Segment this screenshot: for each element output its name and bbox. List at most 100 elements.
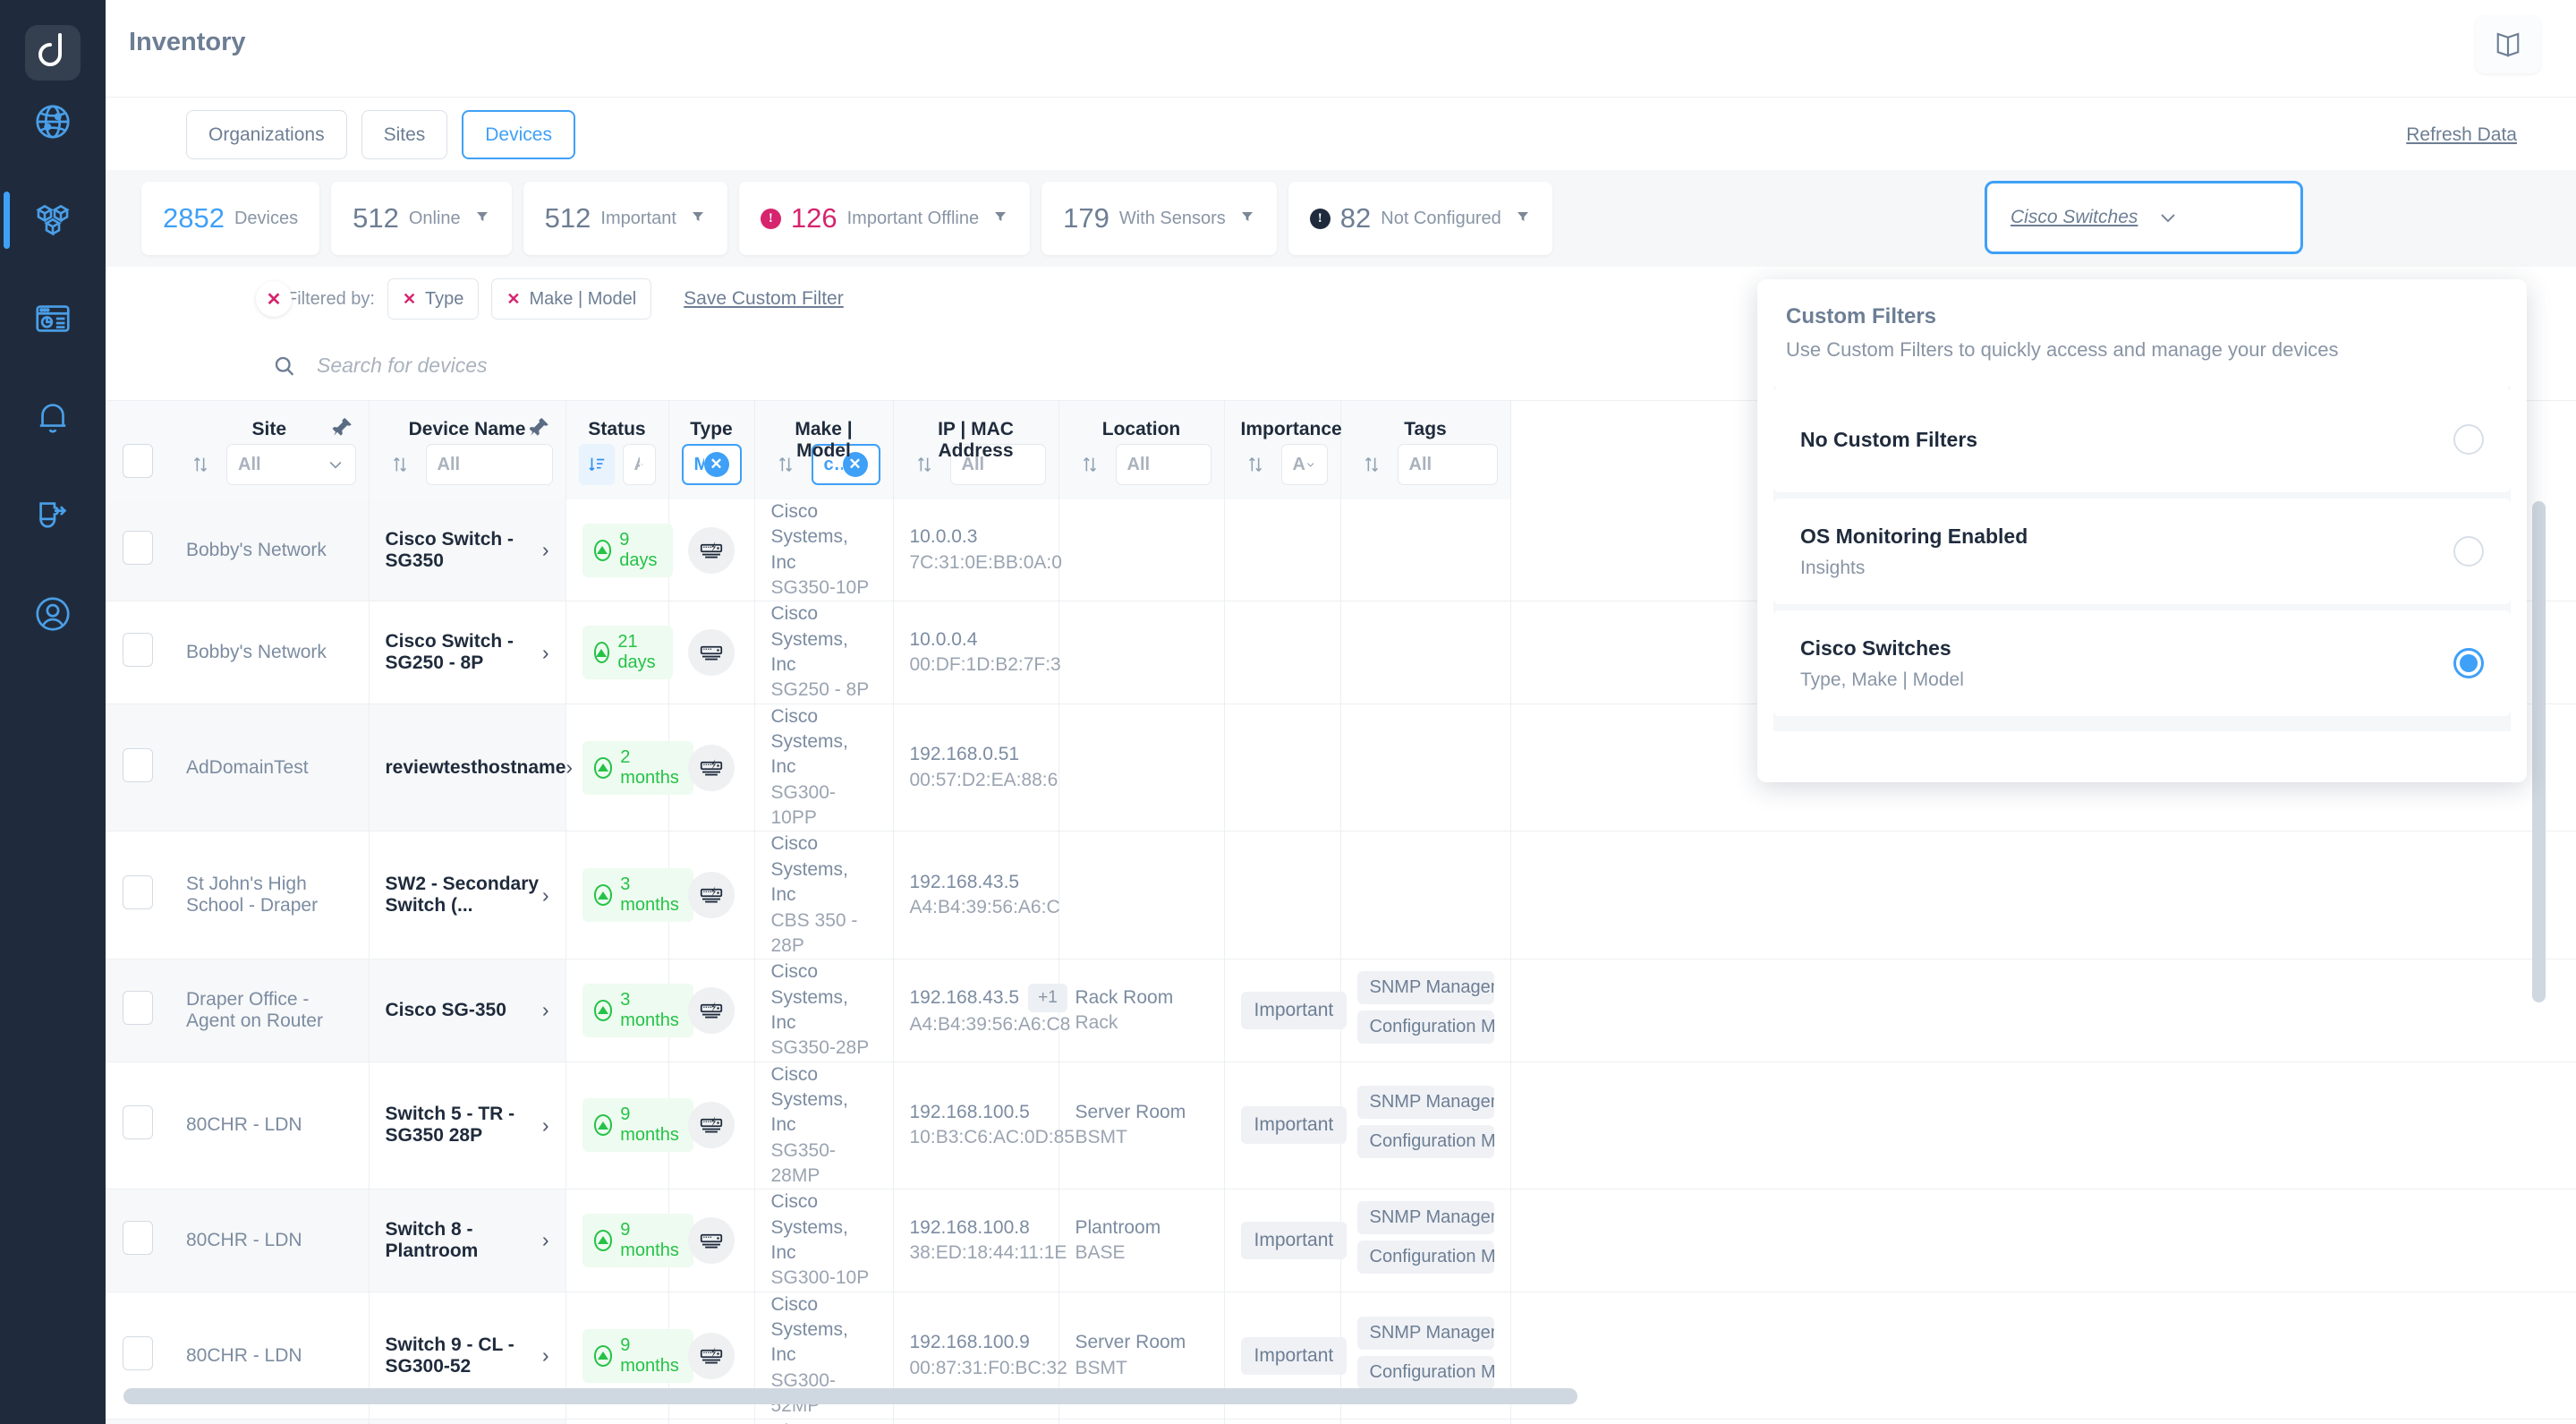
- column-sort-button[interactable]: [1072, 444, 1108, 485]
- column-sort-button[interactable]: [906, 444, 942, 485]
- table-row[interactable]: 80CHR - LDN Switch 8 - Plantroom › 9 months…: [106, 1189, 2576, 1292]
- clear-filter-icon[interactable]: ✕: [703, 452, 729, 477]
- refresh-data-link[interactable]: Refresh Data: [2406, 124, 2517, 146]
- site-name[interactable]: Bobby's Network: [186, 642, 327, 662]
- pin-icon[interactable]: [331, 415, 354, 439]
- tag-chip[interactable]: SNMP Managem: [1356, 1086, 1494, 1120]
- chevron-right-icon[interactable]: ›: [542, 1113, 549, 1138]
- filter-chip-make-model[interactable]: ✕ Make | Model: [491, 278, 652, 320]
- site-name[interactable]: 80CHR - LDN: [186, 1114, 302, 1135]
- radio-button-selected[interactable]: [2453, 648, 2484, 678]
- site-name[interactable]: AdDomainTest: [186, 757, 309, 778]
- device-name[interactable]: Cisco Switch - SG250 - 8P: [386, 631, 542, 674]
- row-checkbox[interactable]: [123, 530, 153, 565]
- stat-card-important-offline[interactable]: ! 126 Important Offline: [738, 182, 1031, 255]
- table-row[interactable]: 80CHR - LDN Switch 5 - TR - SG350 28P › 9 m…: [106, 1062, 2576, 1190]
- device-name[interactable]: Cisco Switch - SG350: [386, 529, 542, 572]
- tag-chip[interactable]: Configuration Ma: [1356, 1355, 1494, 1389]
- chevron-right-icon[interactable]: ›: [542, 1343, 549, 1368]
- select-all-checkbox[interactable]: [123, 444, 153, 478]
- chevron-right-icon[interactable]: ›: [565, 755, 573, 780]
- row-checkbox[interactable]: [123, 1105, 153, 1140]
- custom-filter-option-cisco-switches[interactable]: Cisco Switches Type, Make | Model: [1773, 610, 2511, 716]
- tag-chip[interactable]: Configuration Ma: [1356, 1125, 1494, 1159]
- device-name[interactable]: Switch 5 - TR - SG350 28P: [386, 1104, 542, 1147]
- row-checkbox[interactable]: [123, 1220, 153, 1255]
- radio-button[interactable]: [2453, 424, 2484, 455]
- column-filter-device-name[interactable]: All: [425, 444, 553, 485]
- pin-icon[interactable]: [528, 415, 551, 439]
- tag-chip[interactable]: SNMP Managem: [1356, 1316, 1494, 1350]
- device-name[interactable]: Cisco SG-350: [386, 1000, 506, 1021]
- ip-address[interactable]: 192.168.100.8: [910, 1215, 1030, 1241]
- column-sort-button[interactable]: [578, 444, 615, 485]
- chevron-right-icon[interactable]: ›: [542, 998, 549, 1022]
- radio-button[interactable]: [2453, 536, 2484, 567]
- table-row[interactable]: St John's High School - Draper SW2 - Seco…: [106, 831, 2576, 960]
- stat-card-devices[interactable]: 2852 Devices: [141, 182, 320, 255]
- tab-sites[interactable]: Sites: [361, 110, 448, 159]
- row-checkbox[interactable]: [123, 990, 153, 1025]
- table-row[interactable]: 80CHR - LDNSwitch 6 - BR - SG350 52P›9 m…: [106, 1419, 2576, 1424]
- device-name[interactable]: Switch 9 - CL - SG300-52: [386, 1334, 542, 1377]
- column-sort-button[interactable]: [1237, 444, 1273, 485]
- chevron-right-icon[interactable]: ›: [542, 641, 549, 665]
- ip-address[interactable]: 10.0.0.3: [910, 524, 978, 550]
- ip-address[interactable]: 192.168.100.9: [910, 1330, 1030, 1355]
- row-checkbox[interactable]: [123, 633, 153, 668]
- extra-ip-badge[interactable]: +1: [1028, 983, 1067, 1012]
- row-checkbox[interactable]: [123, 875, 153, 910]
- device-name[interactable]: Switch 8 - Plantroom: [386, 1219, 542, 1262]
- stat-filter-button[interactable]: [690, 209, 706, 228]
- column-sort-button[interactable]: [1354, 444, 1390, 485]
- ip-address[interactable]: 192.168.0.51: [910, 742, 1020, 767]
- save-custom-filter-link[interactable]: Save Custom Filter: [684, 288, 844, 310]
- column-filter-location[interactable]: All: [1115, 444, 1211, 485]
- sidebar-item-profile[interactable]: [0, 573, 106, 655]
- stat-filter-button[interactable]: [474, 209, 490, 228]
- ip-address[interactable]: 192.168.43.5: [910, 985, 1020, 1010]
- vertical-scrollbar[interactable]: [2532, 501, 2546, 1002]
- column-sort-button[interactable]: [382, 444, 418, 485]
- stat-filter-button[interactable]: [992, 209, 1008, 228]
- search-input[interactable]: [317, 354, 943, 378]
- stat-filter-button[interactable]: [1515, 209, 1531, 228]
- ip-address[interactable]: 192.168.43.5: [910, 870, 1020, 895]
- chevron-right-icon[interactable]: ›: [542, 883, 549, 908]
- tag-chip[interactable]: SNMP Managem: [1356, 1200, 1494, 1234]
- custom-filter-option-no-filters[interactable]: No Custom Filters: [1773, 387, 2511, 492]
- sidebar-item-network[interactable]: [0, 81, 106, 163]
- site-name[interactable]: Bobby's Network: [186, 540, 327, 560]
- stat-card-with-sensors[interactable]: 179 With Sensors: [1041, 182, 1277, 255]
- chevron-right-icon[interactable]: ›: [542, 1228, 549, 1252]
- clear-all-filters-button[interactable]: ✕: [256, 281, 292, 317]
- row-checkbox[interactable]: [123, 1335, 153, 1370]
- site-name[interactable]: 80CHR - LDN: [186, 1230, 302, 1250]
- device-name[interactable]: SW2 - Secondary Switch (...: [386, 874, 542, 917]
- tag-chip[interactable]: SNMP Managem: [1356, 970, 1494, 1004]
- sidebar-item-reports[interactable]: [0, 277, 106, 360]
- custom-filter-dropdown-button[interactable]: Cisco Switches: [1985, 181, 2303, 254]
- stat-card-not-configured[interactable]: ! 82 Not Configured: [1288, 182, 1552, 255]
- horizontal-scrollbar[interactable]: [123, 1388, 1577, 1404]
- ip-address[interactable]: 10.0.0.4: [910, 627, 978, 652]
- app-logo[interactable]: [25, 25, 81, 81]
- tag-chip[interactable]: Configuration Ma: [1356, 1010, 1494, 1044]
- table-row[interactable]: Draper Office - Agent on Router Cisco SG-…: [106, 959, 2576, 1062]
- sidebar-item-alerts[interactable]: [0, 376, 106, 458]
- column-filter-site[interactable]: All: [226, 444, 356, 485]
- tab-organizations[interactable]: Organizations: [186, 110, 347, 159]
- ip-address[interactable]: 192.168.100.5: [910, 1100, 1030, 1125]
- column-filter-type[interactable]: Mul...✕: [681, 444, 742, 485]
- custom-filter-option-os-monitoring[interactable]: OS Monitoring Enabled Insights: [1773, 499, 2511, 604]
- site-name[interactable]: St John's High School - Draper: [186, 874, 318, 916]
- site-name[interactable]: Draper Office - Agent on Router: [186, 989, 323, 1031]
- device-name[interactable]: reviewtesthostname: [386, 757, 566, 779]
- column-filter-status[interactable]: All: [622, 444, 656, 485]
- stat-card-online[interactable]: 512 Online: [331, 182, 512, 255]
- chevron-right-icon[interactable]: ›: [542, 538, 549, 562]
- sidebar-item-integrations[interactable]: [0, 474, 106, 557]
- help-book-button[interactable]: [2476, 16, 2540, 73]
- filter-chip-type[interactable]: ✕ Type: [387, 278, 480, 320]
- site-name[interactable]: 80CHR - LDN: [186, 1345, 302, 1366]
